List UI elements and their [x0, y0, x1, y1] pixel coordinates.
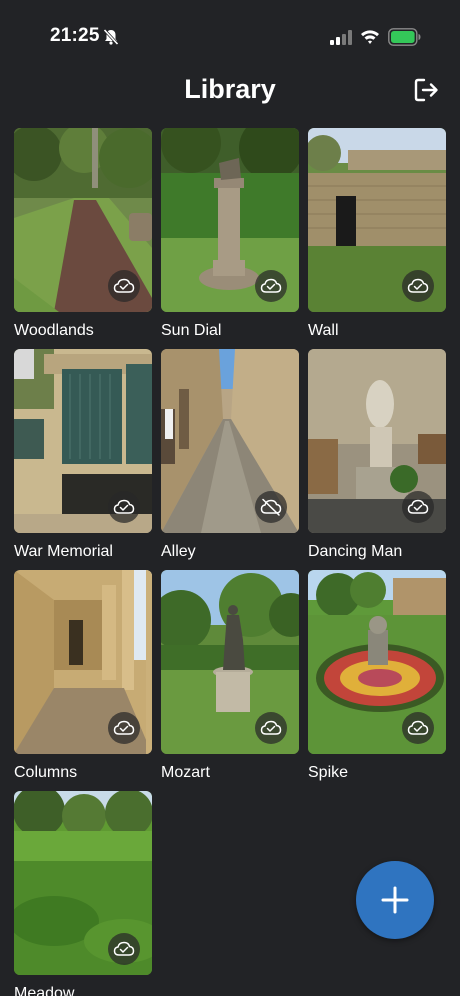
- add-button[interactable]: [356, 861, 434, 939]
- bell-slash-icon: [103, 28, 119, 46]
- page-title: Library: [184, 74, 276, 104]
- thumbnail-sun-dial: [161, 128, 299, 312]
- tile-meadow[interactable]: Meadow: [14, 791, 152, 996]
- cloud-check-icon: [407, 499, 429, 514]
- tile-war-memorial[interactable]: War Memorial: [14, 349, 152, 560]
- thumbnail-wall: [308, 128, 446, 312]
- thumbnail-mozart: [161, 570, 299, 754]
- sync-status-badge: [402, 712, 434, 744]
- plus-icon: [381, 886, 409, 914]
- tile-label: Meadow: [14, 985, 75, 996]
- sign-out-icon: [414, 78, 438, 102]
- tile-alley[interactable]: Alley: [161, 349, 299, 560]
- battery-icon: [388, 28, 421, 46]
- thumbnail-dancing-man: [308, 349, 446, 533]
- tile-spike[interactable]: Spike: [308, 570, 446, 781]
- tile-dancing-man[interactable]: Dancing Man: [308, 349, 446, 560]
- tile-columns[interactable]: Columns: [14, 570, 152, 781]
- thumbnail-meadow: [14, 791, 152, 975]
- tile-label: Spike: [308, 764, 349, 781]
- cloud-check-icon: [407, 720, 429, 735]
- sync-status-badge: [402, 491, 434, 523]
- tile-woodlands[interactable]: Woodlands: [14, 128, 152, 339]
- cloud-check-icon: [260, 278, 282, 293]
- tile-label: Mozart: [161, 764, 210, 781]
- sync-status-badge: [108, 712, 140, 744]
- sync-status-badge: [108, 270, 140, 302]
- cloud-check-icon: [113, 941, 135, 956]
- library-screen: 21:25 Library Woodlands Sun Dial Wall Wa…: [0, 0, 460, 996]
- status-time: 21:25: [50, 25, 100, 46]
- tile-sun-dial[interactable]: Sun Dial: [161, 128, 299, 339]
- tile-label: Dancing Man: [308, 543, 403, 560]
- sync-status-badge: [255, 491, 287, 523]
- thumbnail-columns: [14, 570, 152, 754]
- thumbnail-alley: [161, 349, 299, 533]
- tile-label: War Memorial: [14, 543, 113, 560]
- tile-label: Columns: [14, 764, 78, 781]
- thumbnail-spike: [308, 570, 446, 754]
- cloud-check-icon: [260, 720, 282, 735]
- cloud-check-icon: [407, 278, 429, 293]
- tile-wall[interactable]: Wall: [308, 128, 446, 339]
- sync-status-badge: [108, 933, 140, 965]
- wifi-icon: [361, 30, 379, 44]
- tile-label: Alley: [161, 543, 196, 560]
- sync-status-badge: [402, 270, 434, 302]
- cloud-slash-icon: [260, 498, 282, 516]
- cloud-check-icon: [113, 720, 135, 735]
- tile-label: Wall: [308, 322, 339, 339]
- tile-label: Sun Dial: [161, 322, 222, 339]
- cloud-check-icon: [113, 499, 135, 514]
- sync-status-badge: [255, 712, 287, 744]
- sync-status-badge: [255, 270, 287, 302]
- tile-mozart[interactable]: Mozart: [161, 570, 299, 781]
- sync-status-badge: [108, 491, 140, 523]
- sign-out-button[interactable]: [410, 74, 442, 106]
- cloud-check-icon: [113, 278, 135, 293]
- cellular-signal-icon: [330, 30, 352, 45]
- thumbnail-war-memorial: [14, 349, 152, 533]
- thumbnail-woodlands: [14, 128, 152, 312]
- status-bar: 21:25: [0, 0, 460, 70]
- tile-label: Woodlands: [14, 322, 94, 339]
